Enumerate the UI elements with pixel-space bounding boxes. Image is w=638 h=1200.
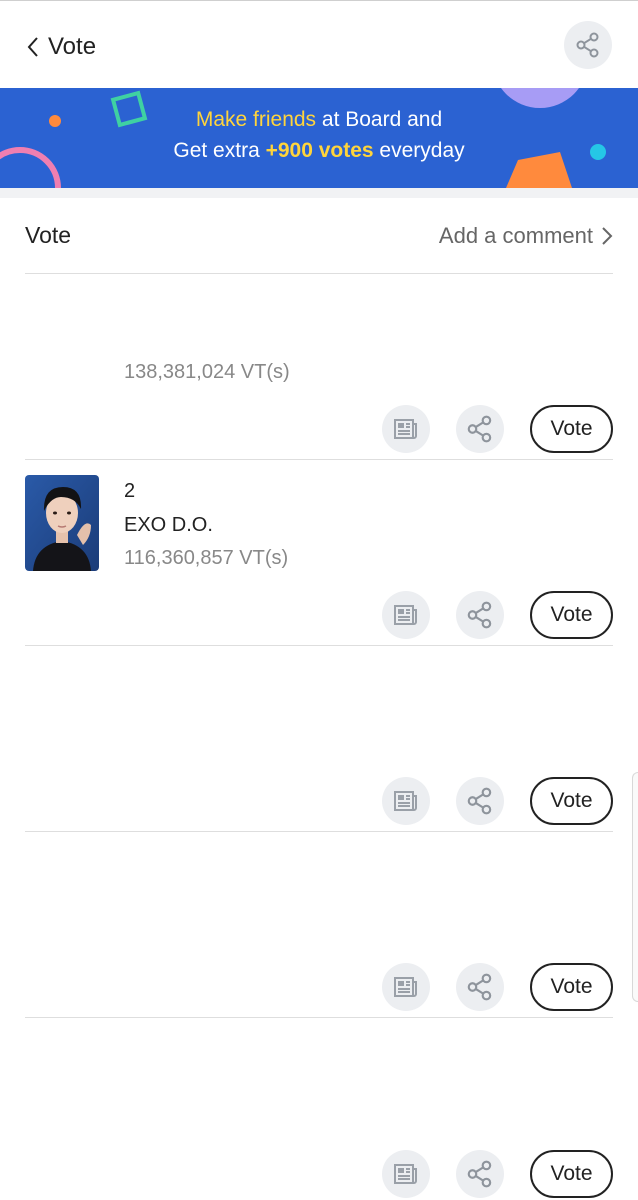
back-button[interactable]: Vote (26, 27, 96, 67)
banner-line-2: Get extra +900 votes everyday (0, 135, 638, 166)
banner-line-2-start: Get extra (173, 139, 266, 162)
share-icon (467, 973, 492, 1001)
vote-button[interactable]: Vote (530, 1150, 613, 1198)
header-share-button[interactable] (564, 21, 612, 69)
banner-highlight-friends: Make friends (195, 108, 317, 131)
share-icon (467, 787, 492, 815)
divider (0, 188, 638, 198)
newspaper-icon (394, 605, 417, 625)
newspaper-icon (394, 977, 417, 997)
promo-banner[interactable]: Make friends at Board and Get extra +900… (0, 88, 638, 188)
candidate-row: 2 EXO D.O. 116,360,857 VT(s) Vote (25, 460, 613, 646)
vote-button[interactable]: Vote (530, 405, 613, 453)
chevron-right-icon (602, 226, 613, 245)
newspaper-icon (394, 791, 417, 811)
news-button[interactable] (382, 963, 430, 1011)
candidate-votes: 116,360,857 VT(s) (124, 547, 289, 569)
banner-line-1-rest: at Board and (316, 108, 443, 131)
share-button[interactable] (456, 777, 504, 825)
candidate-rank: 2 (124, 480, 136, 502)
candidate-photo-image (25, 475, 99, 571)
vote-button[interactable]: Vote (530, 777, 613, 825)
share-icon (467, 601, 492, 629)
page-title: Vote (48, 33, 97, 60)
chevron-left-icon (27, 37, 38, 57)
news-button[interactable] (382, 405, 430, 453)
banner-line-2-end: everyday (373, 139, 465, 162)
share-button[interactable] (456, 405, 504, 453)
candidate-row: 138,381,024 VT(s) Vote (25, 274, 613, 460)
news-button[interactable] (382, 1150, 430, 1198)
banner-text: Make friends at Board and Get extra +900… (0, 104, 638, 166)
top-bar: Vote (0, 0, 638, 88)
candidate-votes: 138,381,024 VT(s) (124, 361, 290, 383)
candidate-row: Vote (25, 646, 613, 832)
scroll-handle[interactable] (632, 772, 638, 1002)
newspaper-icon (394, 419, 417, 439)
share-icon (467, 415, 492, 443)
banner-highlight-votes: +900 votes (265, 139, 374, 162)
share-button[interactable] (456, 963, 504, 1011)
candidate-photo (25, 475, 99, 571)
add-comment-link[interactable]: Add a comment (439, 223, 613, 249)
banner-line-1: Make friends at Board and (0, 104, 638, 135)
candidate-row: Vote (25, 1019, 613, 1200)
news-button[interactable] (382, 591, 430, 639)
vote-button[interactable]: Vote (530, 591, 613, 639)
candidate-row: Vote (25, 832, 613, 1018)
add-comment-label: Add a comment (438, 222, 593, 248)
share-button[interactable] (456, 591, 504, 639)
candidate-name: EXO D.O. (124, 514, 213, 536)
share-icon (467, 1160, 492, 1188)
vote-section-header: Vote Add a comment (25, 198, 613, 274)
news-button[interactable] (382, 777, 430, 825)
section-title: Vote (25, 222, 72, 248)
share-icon (576, 32, 599, 58)
newspaper-icon (394, 1164, 417, 1184)
share-button[interactable] (456, 1150, 504, 1198)
vote-button[interactable]: Vote (530, 963, 613, 1011)
